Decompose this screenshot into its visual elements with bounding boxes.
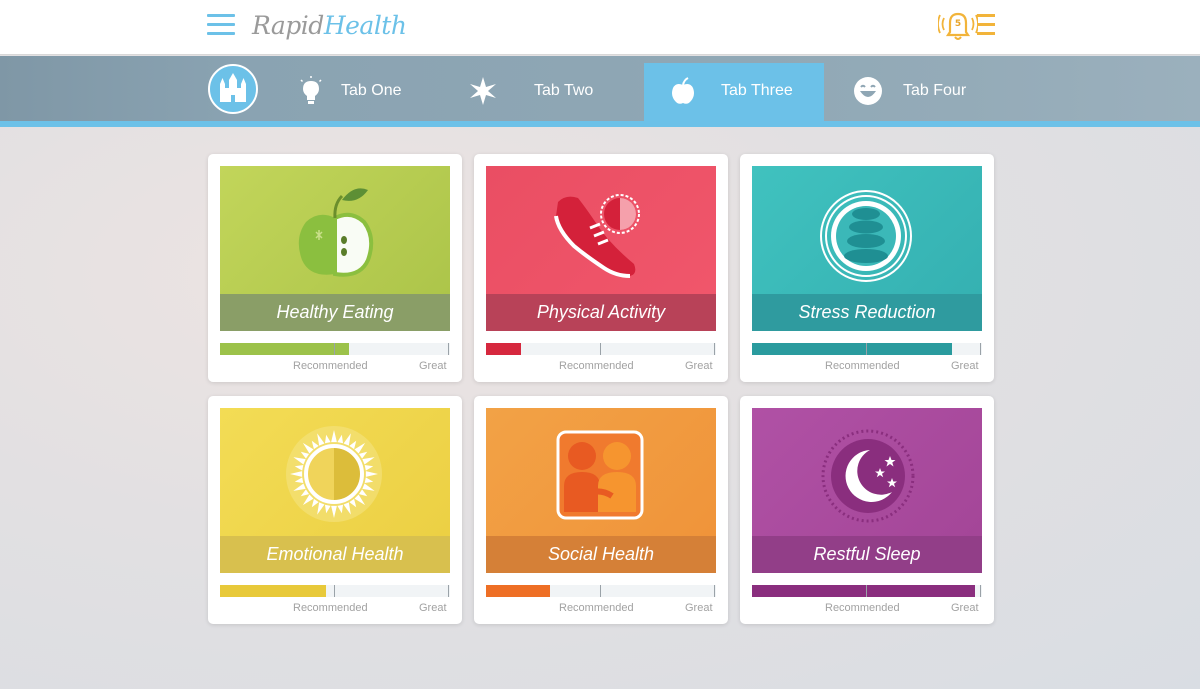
progress-fill xyxy=(220,343,349,355)
sun-icon xyxy=(220,408,450,536)
tile-healthy-eating: Healthy Eating xyxy=(220,166,450,331)
great-label: Great xyxy=(951,602,979,614)
recommended-marker xyxy=(866,585,867,597)
great-label: Great xyxy=(685,602,713,614)
recommended-label: Recommended xyxy=(825,602,900,614)
card-physical-activity[interactable]: Physical Activity Recommended Great xyxy=(474,154,728,382)
card-social-health[interactable]: Social Health Recommended Great xyxy=(474,396,728,624)
progress-fill xyxy=(220,585,326,597)
app-header: RapidHealth 5 xyxy=(0,0,1200,55)
tile-restful-sleep: Restful Sleep xyxy=(752,408,982,573)
progress-fill xyxy=(486,585,551,597)
list-menu-icon[interactable] xyxy=(977,14,995,36)
progress-fill xyxy=(752,585,976,597)
card-emotional-health[interactable]: Emotional Health Recommended Great xyxy=(208,396,462,624)
card-title: Healthy Eating xyxy=(220,294,450,331)
hamburger-menu-icon[interactable] xyxy=(207,14,235,36)
card-title: Stress Reduction xyxy=(752,294,982,331)
great-label: Great xyxy=(685,360,713,372)
tile-social-health: Social Health xyxy=(486,408,716,573)
tab-three[interactable]: Tab Three xyxy=(644,63,824,121)
card-title: Social Health xyxy=(486,536,716,573)
notification-count: 5 xyxy=(954,19,962,29)
apple-icon xyxy=(667,75,699,107)
moon-and-stars-icon xyxy=(752,408,982,536)
two-people-icon xyxy=(486,408,716,536)
recommended-label: Recommended xyxy=(825,360,900,372)
progress-bar xyxy=(486,343,716,355)
great-label: Great xyxy=(951,360,979,372)
recommended-marker xyxy=(600,585,601,597)
card-title: Physical Activity xyxy=(486,294,716,331)
progress-bar xyxy=(752,343,982,355)
progress-bar xyxy=(220,585,450,597)
recommended-marker xyxy=(866,343,867,355)
brand-logo[interactable]: RapidHealth xyxy=(252,10,407,42)
tab-four-label: Tab Four xyxy=(903,82,967,99)
tile-emotional-health: Emotional Health xyxy=(220,408,450,573)
stacked-stones-icon xyxy=(752,166,982,294)
progress-bar xyxy=(220,343,450,355)
progress-bar xyxy=(752,585,982,597)
progress-fill xyxy=(752,343,953,355)
tab-one[interactable]: Tab One xyxy=(292,63,442,121)
recommended-marker xyxy=(600,343,601,355)
card-title: Restful Sleep xyxy=(752,536,982,573)
great-label: Great xyxy=(419,360,447,372)
tab-two[interactable]: Tab Two xyxy=(462,63,632,121)
great-marker xyxy=(448,585,449,597)
recommended-label: Recommended xyxy=(293,360,368,372)
progress-fill xyxy=(486,343,521,355)
card-healthy-eating[interactable]: Healthy Eating Recommended Great xyxy=(208,154,462,382)
great-marker xyxy=(980,343,981,355)
tab-one-label: Tab One xyxy=(341,82,402,99)
progress-bar xyxy=(486,585,716,597)
brand-name-part2: Health xyxy=(323,11,407,40)
recommended-label: Recommended xyxy=(559,360,634,372)
bell-alert-icon[interactable]: 5 xyxy=(937,8,979,42)
recommended-marker xyxy=(334,343,335,355)
card-title: Emotional Health xyxy=(220,536,450,573)
card-restful-sleep[interactable]: Restful Sleep Recommended Great xyxy=(740,396,994,624)
card-stress-reduction[interactable]: Stress Reduction Recommended Great xyxy=(740,154,994,382)
recommended-marker xyxy=(334,585,335,597)
smiley-face-icon xyxy=(852,75,884,107)
great-label: Great xyxy=(419,602,447,614)
brand-name-part1: Rapid xyxy=(252,11,324,40)
tab-four[interactable]: Tab Four xyxy=(844,63,1004,121)
great-marker xyxy=(448,343,449,355)
great-marker xyxy=(714,585,715,597)
tab-bar-underline xyxy=(0,121,1200,127)
tab-two-label: Tab Two xyxy=(534,82,594,99)
apple-icon xyxy=(220,166,450,294)
recommended-label: Recommended xyxy=(293,602,368,614)
great-marker xyxy=(714,343,715,355)
lightbulb-icon xyxy=(295,75,327,107)
sneaker-icon xyxy=(486,166,716,294)
castle-icon[interactable] xyxy=(208,64,258,114)
tile-stress-reduction: Stress Reduction xyxy=(752,166,982,331)
tile-physical-activity: Physical Activity xyxy=(486,166,716,331)
great-marker xyxy=(980,585,981,597)
star-burst-icon xyxy=(467,75,499,107)
recommended-label: Recommended xyxy=(559,602,634,614)
tab-three-label: Tab Three xyxy=(721,82,793,99)
